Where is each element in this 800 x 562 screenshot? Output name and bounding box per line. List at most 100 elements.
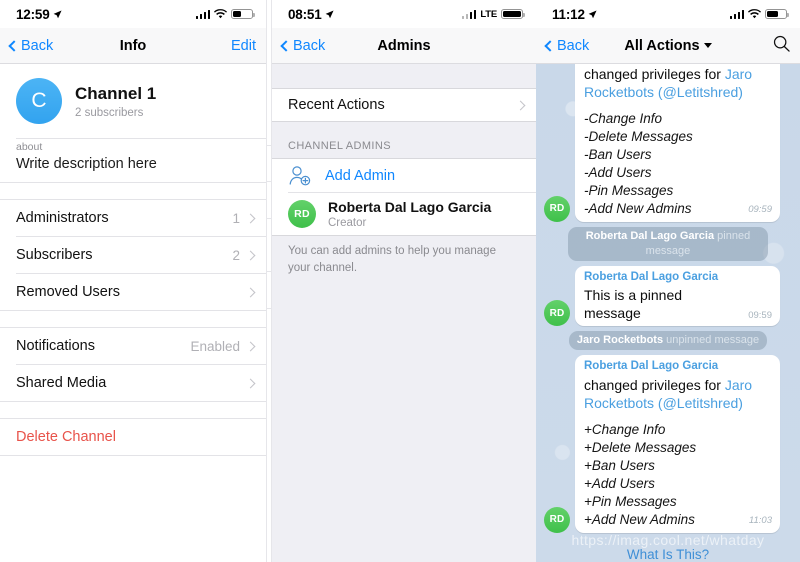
service-message: Jaro Rocketbots unpinned message	[544, 331, 792, 351]
channel-subscribers: 2 subscribers	[75, 106, 144, 119]
battery-icon	[500, 8, 525, 20]
channel-name: Channel 1	[75, 84, 157, 104]
chat-message[interactable]: RD Roberta Dal Lago Garcia changed privi…	[543, 64, 792, 222]
privilege-item: +Add Users	[583, 476, 655, 491]
info-body: C Channel 1 2 subscribers about Write de…	[0, 64, 266, 562]
service-message-pill: Roberta Dal Lago Garcia pinned message	[567, 226, 768, 261]
row-label: Subscribers	[16, 247, 93, 263]
privilege-item-last-row: +Add New Admins 11:03	[584, 511, 772, 529]
privilege-item: -Change Info	[583, 111, 663, 127]
admins-body: Recent Actions CHANNEL ADMINS Add Admin	[271, 64, 536, 562]
location-arrow-icon	[325, 9, 334, 18]
spacer	[0, 402, 266, 418]
nav-bar-admins: Back Admins	[271, 28, 536, 64]
privilege-item: -Delete Messages	[583, 129, 693, 145]
chevron-right-icon	[245, 287, 256, 297]
add-admin-button[interactable]: Add Admin	[272, 159, 536, 192]
status-time-group: 12:59	[16, 7, 62, 22]
privilege-item: +Pin Messages	[583, 493, 677, 509]
channel-title-group: Channel 1 2 subscribers	[75, 83, 156, 118]
delete-channel-button[interactable]: Delete Channel	[0, 419, 266, 455]
edit-button[interactable]: Edit	[231, 38, 256, 54]
status-time-group: 11:12	[552, 7, 597, 22]
sidebar-item-recent-actions[interactable]: Recent Actions	[272, 89, 536, 121]
back-button[interactable]: Back	[280, 38, 325, 54]
messages-list: RD This is a pinned message 09:58 Jaro R…	[543, 64, 792, 533]
back-button[interactable]: Back	[544, 37, 590, 54]
about-section[interactable]: about Write description here	[0, 139, 266, 182]
chevron-left-icon	[8, 39, 20, 52]
list-item-admin[interactable]: RD Roberta Dal Lago Garcia Creator	[272, 193, 536, 235]
message-text: changed privileges for Jaro Rocketbots (…	[584, 376, 772, 412]
sidebar-item-removed-users[interactable]: Removed Users	[0, 274, 266, 310]
back-label: Back	[556, 37, 590, 54]
recent-actions-card: Recent Actions	[271, 88, 536, 122]
back-button[interactable]: Back	[8, 37, 54, 54]
chevron-right-icon	[515, 100, 526, 110]
sidebar-item-subscribers[interactable]: Subscribers 2	[0, 237, 266, 273]
row-value: 1	[232, 210, 240, 226]
avatar-slot: RD	[543, 195, 570, 222]
message-bubble[interactable]: Roberta Dal Lago Garcia changed privileg…	[574, 355, 780, 533]
service-actor: Roberta Dal Lago Garcia	[585, 229, 715, 242]
row-value-group	[240, 287, 256, 297]
row-value-group	[240, 378, 256, 388]
message-bubble[interactable]: Roberta Dal Lago Garcia This is a pinned…	[574, 265, 780, 327]
wifi-icon	[748, 9, 761, 19]
avatar: RD	[543, 506, 570, 533]
avatar-slot: RD	[543, 506, 570, 533]
sidebar-item-shared-media[interactable]: Shared Media	[0, 365, 266, 401]
phone-panel-channel-info: 12:59 Back Info Edit C Channel 1 2 subsc…	[0, 0, 266, 562]
row-label: Notifications	[16, 338, 95, 354]
chat-log[interactable]: RD This is a pinned message 09:58 Jaro R…	[535, 64, 800, 562]
sliver-line	[267, 218, 271, 219]
sidebar-item-notifications[interactable]: Notifications Enabled	[0, 328, 266, 364]
service-actor: Jaro Rocketbots	[576, 334, 664, 347]
nav-bar-all-actions: Back All Actions	[535, 28, 800, 64]
status-indicators	[195, 8, 255, 20]
search-button[interactable]	[773, 35, 790, 57]
message-time: 09:59	[748, 204, 772, 216]
what-is-this-link[interactable]: What Is This?	[544, 538, 792, 562]
privilege-item: +Delete Messages	[583, 440, 697, 456]
message-bubble[interactable]: Roberta Dal Lago Garcia changed privileg…	[574, 64, 780, 222]
page-title-label: All Actions	[624, 37, 700, 54]
search-icon	[773, 35, 790, 52]
chat-message[interactable]: RD Roberta Dal Lago Garcia changed privi…	[543, 355, 792, 533]
privilege-item: -Add Users	[583, 164, 652, 180]
sidebar-item-administrators[interactable]: Administrators 1	[0, 200, 266, 236]
row-value-group: 2	[232, 247, 256, 263]
chevron-right-icon	[245, 341, 256, 351]
row-label: Removed Users	[16, 284, 120, 300]
channel-admins-card: Add Admin RD Roberta Dal Lago Garcia Cre…	[271, 158, 536, 236]
message-author: Roberta Dal Lago Garcia	[583, 270, 719, 283]
privilege-item-last-row: -Add New Admins 09:59	[584, 200, 772, 218]
privilege-item: +Add New Admins	[583, 511, 695, 527]
row-value: 2	[232, 247, 240, 263]
chevron-down-icon	[703, 42, 712, 48]
divider	[0, 455, 266, 456]
status-bar: 12:59	[0, 0, 266, 28]
back-label: Back	[21, 37, 54, 54]
chevron-right-icon	[245, 250, 256, 260]
location-arrow-icon	[53, 9, 62, 18]
status-indicators: LTE	[461, 8, 525, 20]
service-message: Roberta Dal Lago Garcia pinned message	[544, 226, 792, 261]
message-time: 11:03	[748, 515, 772, 527]
channel-header[interactable]: C Channel 1 2 subscribers	[0, 64, 266, 138]
chat-message[interactable]: RD Roberta Dal Lago Garcia This is a pin…	[543, 265, 792, 327]
privilege-item: -Add New Admins	[583, 200, 692, 216]
section-header-channel-admins: CHANNEL ADMINS	[287, 140, 391, 152]
avatar: RD	[543, 300, 570, 327]
signal-bars-icon	[729, 9, 744, 19]
privilege-item: +Change Info	[583, 422, 666, 438]
status-time-group: 08:51	[288, 7, 334, 22]
privilege-item: +Ban Users	[583, 458, 655, 474]
privileges-list: +Change Info +Delete Messages +Ban Users…	[584, 421, 772, 529]
avatar-slot: RD	[543, 300, 570, 327]
battery-icon	[231, 8, 255, 20]
message-text-prefix: changed privileges for	[583, 376, 725, 393]
nav-bar-info: Back Info Edit	[0, 28, 266, 64]
message-author: Roberta Dal Lago Garcia	[583, 360, 719, 373]
